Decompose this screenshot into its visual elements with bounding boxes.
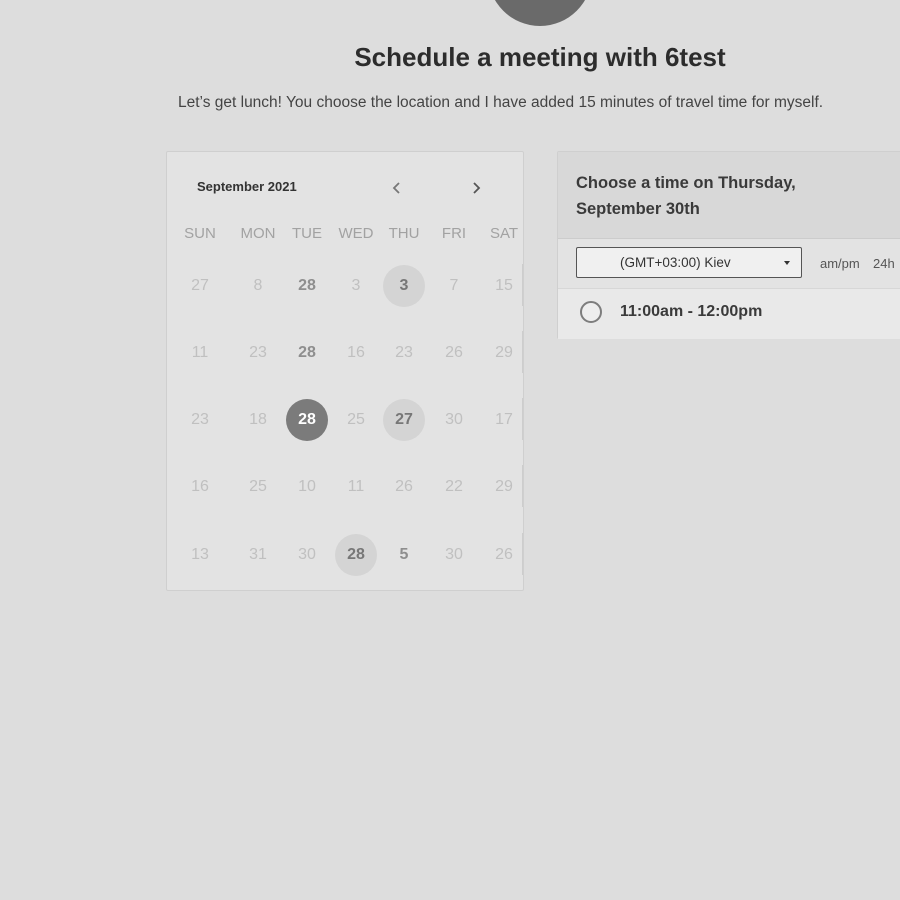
calendar-day: 5 bbox=[399, 546, 409, 563]
caret-down-icon bbox=[784, 261, 790, 265]
calendar-row-divider bbox=[522, 398, 523, 440]
calendar-row-divider bbox=[522, 465, 523, 507]
weekday-label-fri: FRI bbox=[441, 225, 467, 242]
date-picker-calendar: September 2021 SUN MON TUE WED THU FRI SAT 27 8… bbox=[166, 151, 524, 591]
calendar-day: 31 bbox=[249, 546, 267, 563]
weekday-label-wed: WED bbox=[338, 225, 374, 242]
calendar-day: 18 bbox=[249, 411, 267, 428]
radio-button[interactable] bbox=[580, 301, 602, 323]
chevron-right-icon bbox=[473, 182, 481, 194]
timezone-select[interactable]: (GMT+03:00) Kiev bbox=[576, 247, 802, 278]
calendar-day-selected[interactable]: 28 bbox=[286, 399, 328, 441]
weekday-label-sun: SUN bbox=[184, 225, 216, 242]
calendar-day: 25 bbox=[347, 411, 365, 428]
calendar-day: 22 bbox=[445, 478, 463, 495]
calendar-day: 3 bbox=[351, 277, 361, 294]
calendar-day: 26 bbox=[495, 546, 513, 563]
calendar-day: 13 bbox=[191, 546, 209, 563]
weekday-label-mon: MON bbox=[240, 225, 276, 242]
weekday-label-thu: THU bbox=[388, 225, 420, 242]
meeting-description: Let’s get lunch! You choose the location… bbox=[178, 94, 824, 111]
calendar-day: 16 bbox=[347, 344, 365, 361]
timezone-value: (GMT+03:00) Kiev bbox=[620, 255, 731, 270]
time-slot-option[interactable]: 11:00am - 12:00pm bbox=[558, 288, 900, 339]
page-title: Schedule a meeting with 6test bbox=[354, 42, 726, 72]
calendar-day: 29 bbox=[495, 478, 513, 495]
time-panel-heading: Choose a time on Thursday, September 30t… bbox=[576, 174, 796, 218]
calendar-day: 27 bbox=[191, 277, 209, 294]
calendar-row-divider bbox=[522, 264, 523, 306]
format-ampm-toggle[interactable]: am/pm bbox=[820, 256, 860, 271]
calendar-day: 25 bbox=[249, 478, 267, 495]
time-panel-header: Choose a time on Thursday, September 30t… bbox=[558, 152, 900, 239]
calendar-day: 30 bbox=[298, 546, 316, 563]
calendar-day: 26 bbox=[395, 478, 413, 495]
calendar-day: 7 bbox=[449, 277, 459, 294]
prev-month-button[interactable] bbox=[387, 178, 407, 198]
calendar-day: 17 bbox=[495, 411, 513, 428]
calendar-day: 29 bbox=[495, 344, 513, 361]
calendar-day: 11 bbox=[191, 344, 209, 361]
calendar-day: 28 bbox=[298, 344, 316, 361]
format-24h-toggle[interactable]: 24h bbox=[873, 256, 895, 271]
calendar-day[interactable]: 28 bbox=[335, 534, 377, 576]
calendar-day: 30 bbox=[445, 411, 463, 428]
calendar-day: 16 bbox=[191, 478, 209, 495]
calendar-day: 23 bbox=[191, 411, 209, 428]
chevron-left-icon bbox=[392, 182, 400, 194]
calendar-day[interactable]: 27 bbox=[383, 399, 425, 441]
calendar-day: 8 bbox=[253, 277, 263, 294]
next-month-button[interactable] bbox=[466, 178, 486, 198]
calendar-row-divider bbox=[522, 533, 523, 575]
calendar-row-divider bbox=[522, 331, 523, 373]
weekday-label-sat: SAT bbox=[489, 225, 519, 242]
time-slot-panel: Choose a time on Thursday, September 30t… bbox=[557, 151, 900, 339]
avatar bbox=[488, 0, 592, 26]
calendar-month-label: September 2021 bbox=[197, 179, 297, 194]
calendar-day: 15 bbox=[495, 277, 513, 294]
calendar-day: 30 bbox=[445, 546, 463, 563]
calendar-day: 23 bbox=[249, 344, 267, 361]
calendar-day: 26 bbox=[445, 344, 463, 361]
calendar-day: 11 bbox=[347, 478, 365, 495]
calendar-day: 10 bbox=[298, 478, 316, 495]
time-slot-label: 11:00am - 12:00pm bbox=[620, 303, 763, 320]
calendar-day: 28 bbox=[298, 277, 316, 294]
weekday-label-tue: TUE bbox=[292, 225, 322, 242]
calendar-day: 23 bbox=[395, 344, 413, 361]
calendar-day[interactable]: 3 bbox=[383, 265, 425, 307]
